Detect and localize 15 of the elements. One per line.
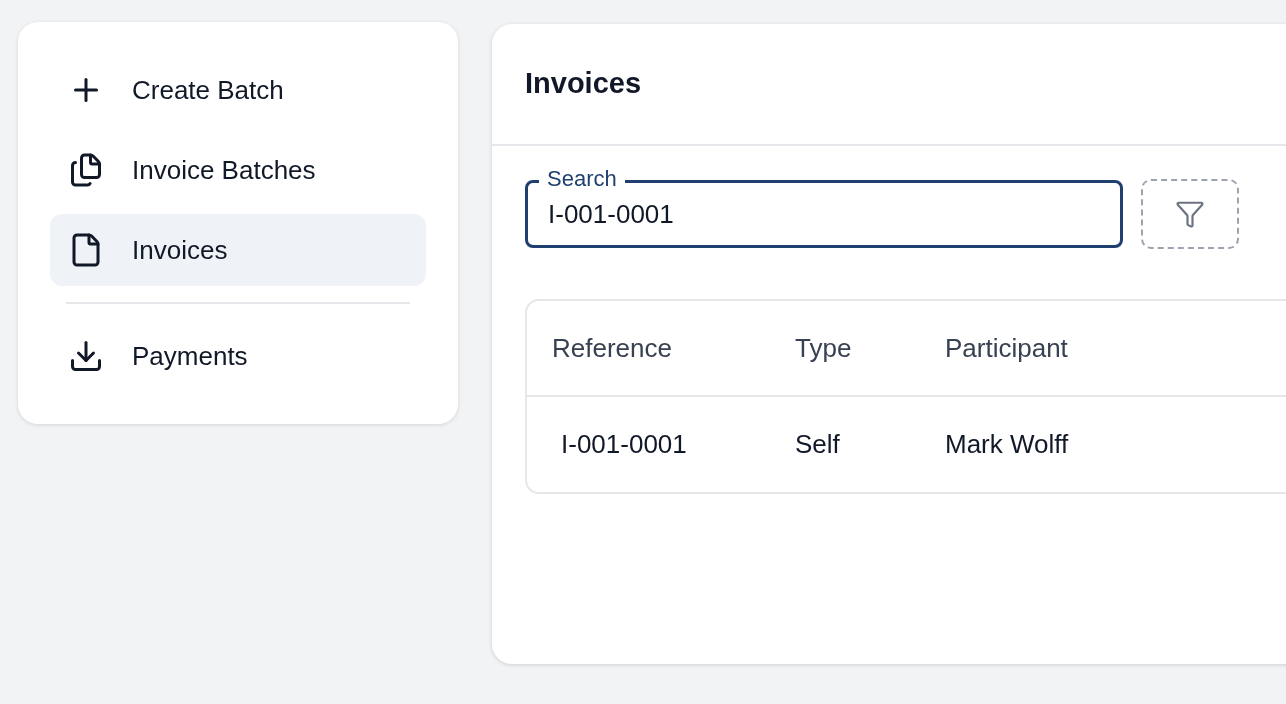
table-cell-text: Mark Wolff: [945, 428, 1070, 461]
filter-button[interactable]: [1141, 179, 1239, 249]
table-cell-text: I-001-0001: [560, 428, 688, 461]
stacked-documents-icon: [68, 152, 104, 188]
sidebar-item[interactable]: Create Batch: [50, 54, 426, 126]
column-header: Participant: [945, 331, 1069, 365]
sidebar-item[interactable]: Invoices: [50, 214, 426, 286]
column-header: Type: [795, 331, 853, 365]
sidebar-item[interactable]: Payments: [50, 320, 426, 392]
sidebar-item[interactable]: Invoice Batches: [50, 134, 426, 206]
filter-icon: [1175, 199, 1205, 229]
panel-title: Invoices: [525, 66, 642, 102]
download-icon: [68, 338, 104, 374]
column-header: Reference: [552, 331, 673, 365]
table-cell-text: Self: [795, 428, 841, 461]
